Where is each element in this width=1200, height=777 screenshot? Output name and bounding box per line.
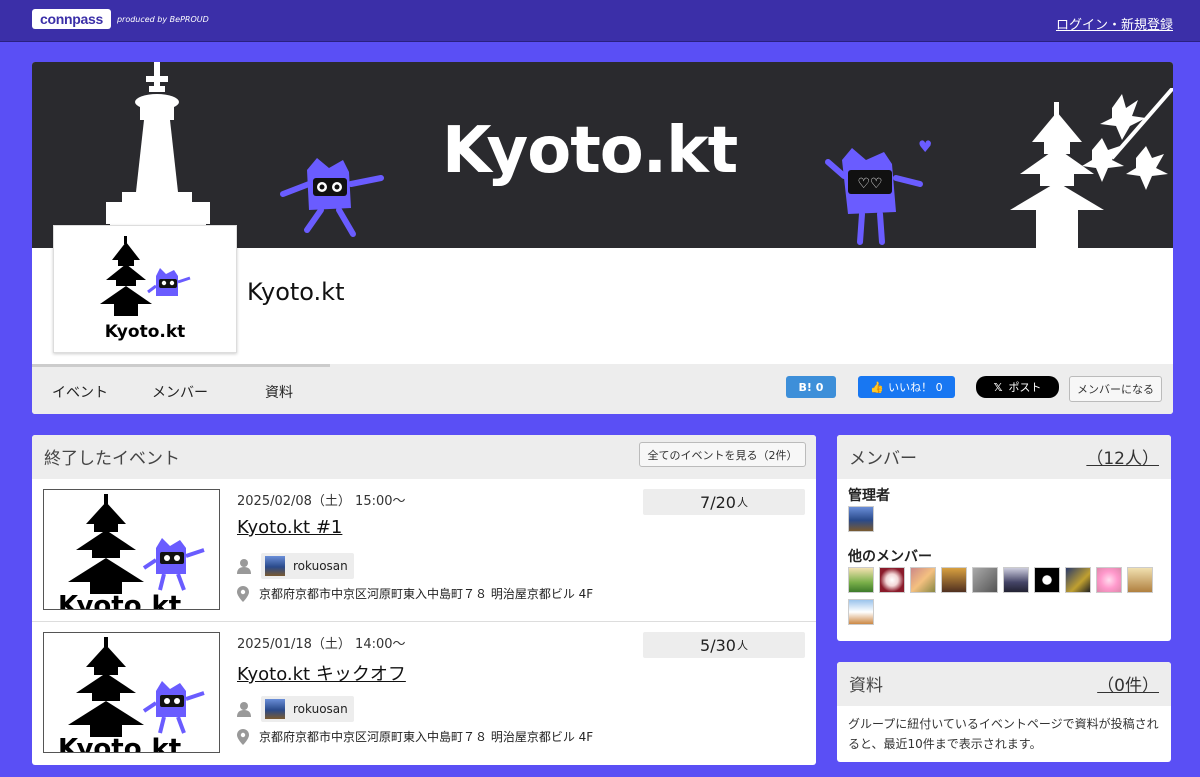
login-signup-link[interactable]: ログイン・新規登録 bbox=[1056, 14, 1173, 33]
event-owner-chip[interactable]: rokuosan bbox=[261, 696, 354, 722]
mascot-right-illustration: ♡♡ ♥ bbox=[825, 137, 932, 245]
event-owner-row: rokuosan bbox=[237, 696, 354, 722]
events-panel-header: 終了したイベント 全てのイベントを見る（2件） bbox=[32, 435, 816, 479]
event-item: Kyoto.kt 2025/02/08（土） 15:00〜 Kyoto.kt #… bbox=[32, 479, 816, 622]
view-all-events-button[interactable]: 全てのイベントを見る（2件） bbox=[639, 442, 806, 467]
active-tab-indicator bbox=[32, 364, 330, 367]
facebook-like-button[interactable]: 👍 いいね！ 0 bbox=[858, 376, 955, 398]
group-header-card: Kyoto.kt ♡♡ ♥ Kyoto.kt Kyoto.kt イベント メンバ… bbox=[32, 62, 1173, 414]
banner-title: Kyoto.kt bbox=[442, 114, 738, 188]
site-logo[interactable]: connpass produced by BePROUD bbox=[32, 9, 209, 29]
event-date: 2025/02/08（土） 15:00〜 bbox=[237, 494, 406, 509]
participant-count-value: 5/30 bbox=[700, 635, 736, 655]
tab-events[interactable]: イベント bbox=[52, 382, 108, 402]
member-avatar[interactable] bbox=[1096, 567, 1122, 593]
kyoto-tower-illustration bbox=[106, 62, 210, 248]
participant-unit: 人 bbox=[736, 639, 748, 652]
event-participant-count: 5/30 人 bbox=[643, 632, 805, 658]
user-icon bbox=[237, 559, 251, 574]
join-group-button[interactable]: メンバーになる bbox=[1069, 376, 1162, 402]
other-members-label: 他のメンバー bbox=[848, 549, 932, 565]
group-name: Kyoto.kt bbox=[247, 278, 345, 306]
event-owner-row: rokuosan bbox=[237, 553, 354, 579]
group-logo: Kyoto.kt bbox=[53, 225, 237, 353]
members-count-link[interactable]: （12人） bbox=[1086, 444, 1159, 469]
member-avatar[interactable] bbox=[1127, 567, 1153, 593]
materials-panel-title: 資料 bbox=[849, 676, 883, 696]
event-address: 京都府京都市中京区河原町東入中島町７８ 明治屋京都ビル 4F bbox=[259, 587, 594, 601]
event-thumb-pagoda-icon bbox=[68, 637, 205, 737]
admin-avatar[interactable] bbox=[848, 506, 874, 532]
materials-panel: 資料 （0件） グループに紐付いているイベントページで資料が投稿されると、最近1… bbox=[837, 662, 1171, 762]
event-date: 2025/01/18（土） 14:00〜 bbox=[237, 637, 406, 652]
group-logo-pagoda-icon bbox=[100, 236, 191, 316]
event-address-row: 京都府京都市中京区河原町東入中島町７８ 明治屋京都ビル 4F bbox=[237, 728, 593, 745]
group-tabbar: イベント メンバー 資料 B! 0 👍 いいね！ 0 𝕏 ポスト メンバーになる bbox=[32, 364, 1173, 414]
location-pin-icon bbox=[237, 728, 249, 745]
materials-panel-header: 資料 （0件） bbox=[837, 662, 1171, 706]
mascot-left-illustration bbox=[280, 158, 384, 237]
event-item: Kyoto.kt 2025/01/18（土） 14:00〜 Kyoto.kt キ… bbox=[32, 621, 816, 764]
members-panel-header: メンバー （12人） bbox=[837, 435, 1171, 479]
participant-count-value: 7/20 bbox=[700, 492, 736, 512]
owner-avatar bbox=[265, 699, 285, 719]
facebook-like-label: いいね！ 0 bbox=[888, 381, 943, 394]
event-title-link[interactable]: Kyoto.kt キックオフ bbox=[237, 660, 406, 686]
location-pin-icon bbox=[237, 585, 249, 602]
x-post-label: ポスト bbox=[1008, 381, 1042, 394]
members-panel-title: メンバー bbox=[849, 449, 917, 469]
x-post-button[interactable]: 𝕏 ポスト bbox=[976, 376, 1059, 398]
hatena-bookmark-button[interactable]: B! 0 bbox=[786, 376, 836, 398]
svg-text:♡♡: ♡♡ bbox=[857, 176, 882, 192]
member-avatar[interactable] bbox=[848, 567, 874, 593]
ended-events-panel: 終了したイベント 全てのイベントを見る（2件） Kyoto.kt 2025/02… bbox=[32, 435, 816, 765]
event-owner-chip[interactable]: rokuosan bbox=[261, 553, 354, 579]
connpass-logo: connpass bbox=[32, 9, 111, 29]
event-participant-count: 7/20 人 bbox=[643, 489, 805, 515]
event-address-row: 京都府京都市中京区河原町東入中島町７８ 明治屋京都ビル 4F bbox=[237, 585, 593, 602]
produced-by-label: produced by BePROUD bbox=[116, 14, 209, 24]
member-avatar[interactable] bbox=[941, 567, 967, 593]
events-panel-title: 終了したイベント bbox=[44, 449, 180, 469]
participant-unit: 人 bbox=[736, 496, 748, 509]
materials-empty-note: グループに紐付いているイベントページで資料が投稿されると、最近10件まで表示され… bbox=[848, 717, 1159, 751]
members-panel: メンバー （12人） 管理者 他のメンバー bbox=[837, 435, 1171, 641]
owner-name: rokuosan bbox=[293, 702, 348, 716]
materials-count-link[interactable]: （0件） bbox=[1097, 671, 1159, 696]
owner-avatar bbox=[265, 556, 285, 576]
event-thumb-pagoda-icon bbox=[68, 494, 205, 594]
member-avatar[interactable] bbox=[972, 567, 998, 593]
member-avatar[interactable] bbox=[1003, 567, 1029, 593]
member-avatar[interactable] bbox=[1065, 567, 1091, 593]
member-avatar[interactable] bbox=[1034, 567, 1060, 593]
owner-name: rokuosan bbox=[293, 559, 348, 573]
member-avatar[interactable] bbox=[848, 599, 874, 625]
user-icon bbox=[237, 702, 251, 717]
x-logo-icon: 𝕏 bbox=[993, 380, 1003, 394]
member-avatar[interactable] bbox=[879, 567, 905, 593]
event-title-link[interactable]: Kyoto.kt #1 bbox=[237, 517, 342, 538]
svg-text:♥: ♥ bbox=[918, 137, 932, 156]
thumbs-up-icon: 👍 bbox=[870, 380, 885, 394]
tab-members[interactable]: メンバー bbox=[152, 382, 208, 402]
event-thumb-text: Kyoto.kt bbox=[58, 591, 182, 610]
group-banner: Kyoto.kt ♡♡ ♥ bbox=[32, 62, 1173, 248]
event-address: 京都府京都市中京区河原町東入中島町７８ 明治屋京都ビル 4F bbox=[259, 730, 594, 744]
tab-materials[interactable]: 資料 bbox=[265, 382, 293, 402]
member-avatar[interactable] bbox=[910, 567, 936, 593]
top-navbar: connpass produced by BePROUD ログイン・新規登録 bbox=[0, 0, 1200, 42]
event-thumb-text: Kyoto.kt bbox=[58, 734, 182, 753]
event-thumbnail[interactable]: Kyoto.kt bbox=[43, 489, 220, 610]
admins-label: 管理者 bbox=[848, 488, 890, 504]
maple-leaves-illustration bbox=[1082, 88, 1173, 190]
group-logo-text: Kyoto.kt bbox=[104, 322, 186, 342]
event-thumbnail[interactable]: Kyoto.kt bbox=[43, 632, 220, 753]
